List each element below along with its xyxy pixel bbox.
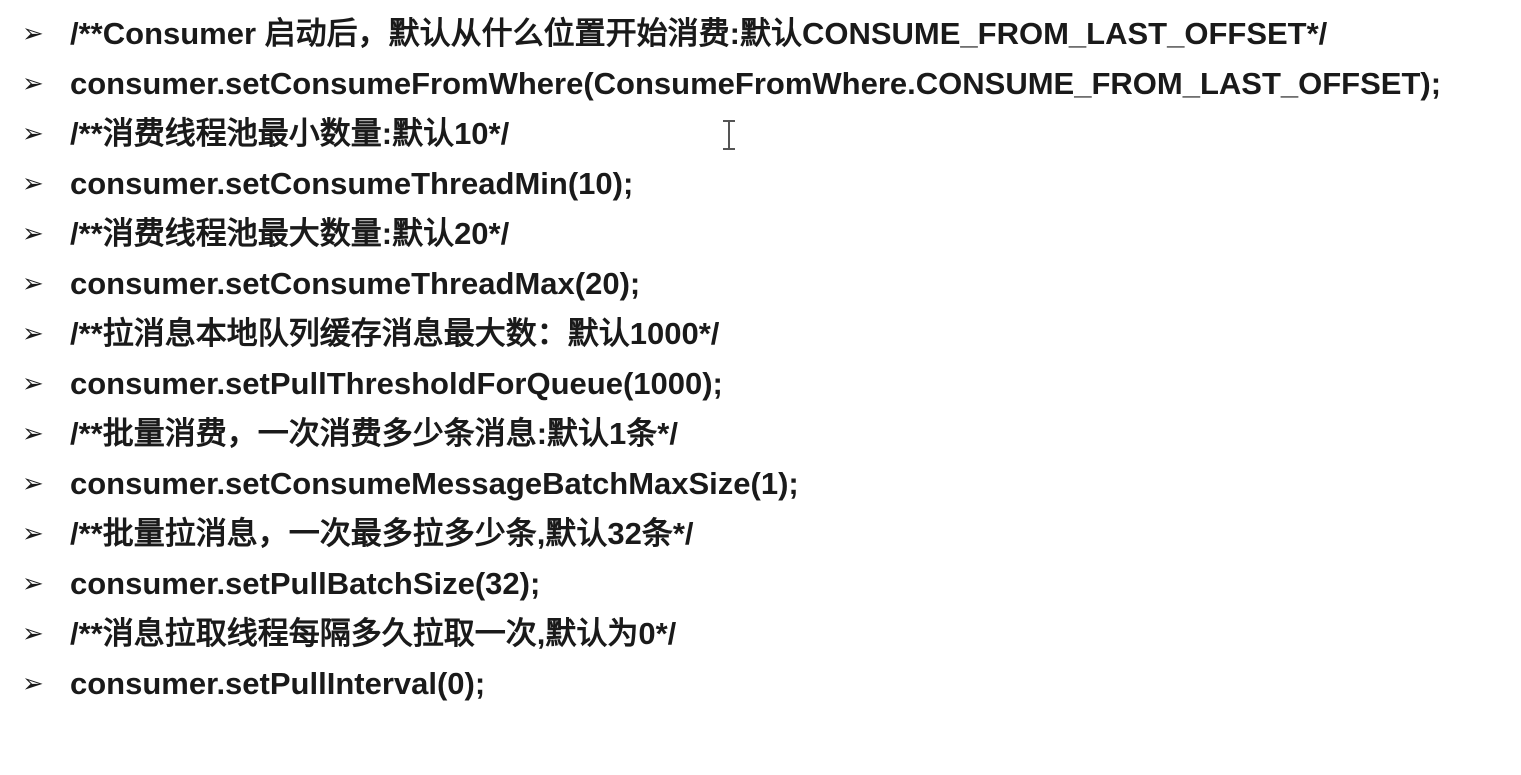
bullet-item: ➢ /**Consumer 启动后，默认从什么位置开始消费:默认CONSUME_… <box>22 14 1482 54</box>
bullet-item: ➢ /**消息拉取线程每隔多久拉取一次,默认为0*/ <box>22 614 1482 654</box>
bullet-arrow-icon: ➢ <box>22 469 44 499</box>
bullet-item: ➢ consumer.setConsumeFromWhere(ConsumeFr… <box>22 64 1482 104</box>
bullet-item: ➢ /**批量消费，一次消费多少条消息:默认1条*/ <box>22 414 1482 454</box>
comment-batch-pull: /**批量拉消息，一次最多拉多少条,默认32条*/ <box>70 516 694 551</box>
code-set-thread-max: consumer.setConsumeThreadMax(20); <box>70 266 641 301</box>
bullet-arrow-icon: ➢ <box>22 619 44 649</box>
bullet-item: ➢ /**消费线程池最小数量:默认10*/ <box>22 114 1482 154</box>
bullet-arrow-icon: ➢ <box>22 319 44 349</box>
bullet-arrow-icon: ➢ <box>22 19 44 49</box>
comment-pull-interval: /**消息拉取线程每隔多久拉取一次,默认为0*/ <box>70 616 677 651</box>
bullet-arrow-icon: ➢ <box>22 519 44 549</box>
bullet-item: ➢ consumer.setConsumeThreadMax(20); <box>22 264 1482 304</box>
code-set-thread-min: consumer.setConsumeThreadMin(10); <box>70 166 634 201</box>
bullet-item: ➢ /**消费线程池最大数量:默认20*/ <box>22 214 1482 254</box>
comment-consume-from-where: /**Consumer 启动后，默认从什么位置开始消费:默认CONSUME_FR… <box>70 16 1328 51</box>
bullet-list: ➢ /**Consumer 启动后，默认从什么位置开始消费:默认CONSUME_… <box>22 14 1482 714</box>
comment-pull-threshold: /**拉消息本地队列缓存消息最大数：默认1000*/ <box>70 316 720 351</box>
bullet-item: ➢ consumer.setPullBatchSize(32); <box>22 564 1482 604</box>
bullet-arrow-icon: ➢ <box>22 669 44 699</box>
code-set-pull-batch-size: consumer.setPullBatchSize(32); <box>70 566 541 601</box>
bullet-arrow-icon: ➢ <box>22 569 44 599</box>
bullet-arrow-icon: ➢ <box>22 369 44 399</box>
bullet-item: ➢ consumer.setPullInterval(0); <box>22 664 1482 704</box>
bullet-arrow-icon: ➢ <box>22 119 44 149</box>
bullet-item: ➢ /**批量拉消息，一次最多拉多少条,默认32条*/ <box>22 514 1482 554</box>
bullet-arrow-icon: ➢ <box>22 269 44 299</box>
code-set-batch-max-size: consumer.setConsumeMessageBatchMaxSize(1… <box>70 466 799 501</box>
bullet-arrow-icon: ➢ <box>22 169 44 199</box>
bullet-arrow-icon: ➢ <box>22 219 44 249</box>
slide-content: ➢ /**Consumer 启动后，默认从什么位置开始消费:默认CONSUME_… <box>0 0 1521 775</box>
comment-thread-max: /**消费线程池最大数量:默认20*/ <box>70 216 510 251</box>
comment-batch-consume: /**批量消费，一次消费多少条消息:默认1条*/ <box>70 416 678 451</box>
bullet-item: ➢ consumer.setConsumeMessageBatchMaxSize… <box>22 464 1482 504</box>
code-set-pull-threshold: consumer.setPullThresholdForQueue(1000); <box>70 366 723 401</box>
code-set-pull-interval: consumer.setPullInterval(0); <box>70 666 486 701</box>
bullet-item: ➢ consumer.setPullThresholdForQueue(1000… <box>22 364 1482 404</box>
bullet-item: ➢ consumer.setConsumeThreadMin(10); <box>22 164 1482 204</box>
bullet-arrow-icon: ➢ <box>22 69 44 99</box>
bullet-arrow-icon: ➢ <box>22 419 44 449</box>
text-cursor-icon <box>722 120 736 150</box>
code-set-consume-from-where: consumer.setConsumeFromWhere(ConsumeFrom… <box>70 66 1442 101</box>
bullet-item: ➢ /**拉消息本地队列缓存消息最大数：默认1000*/ <box>22 314 1482 354</box>
comment-thread-min: /**消费线程池最小数量:默认10*/ <box>70 116 510 151</box>
